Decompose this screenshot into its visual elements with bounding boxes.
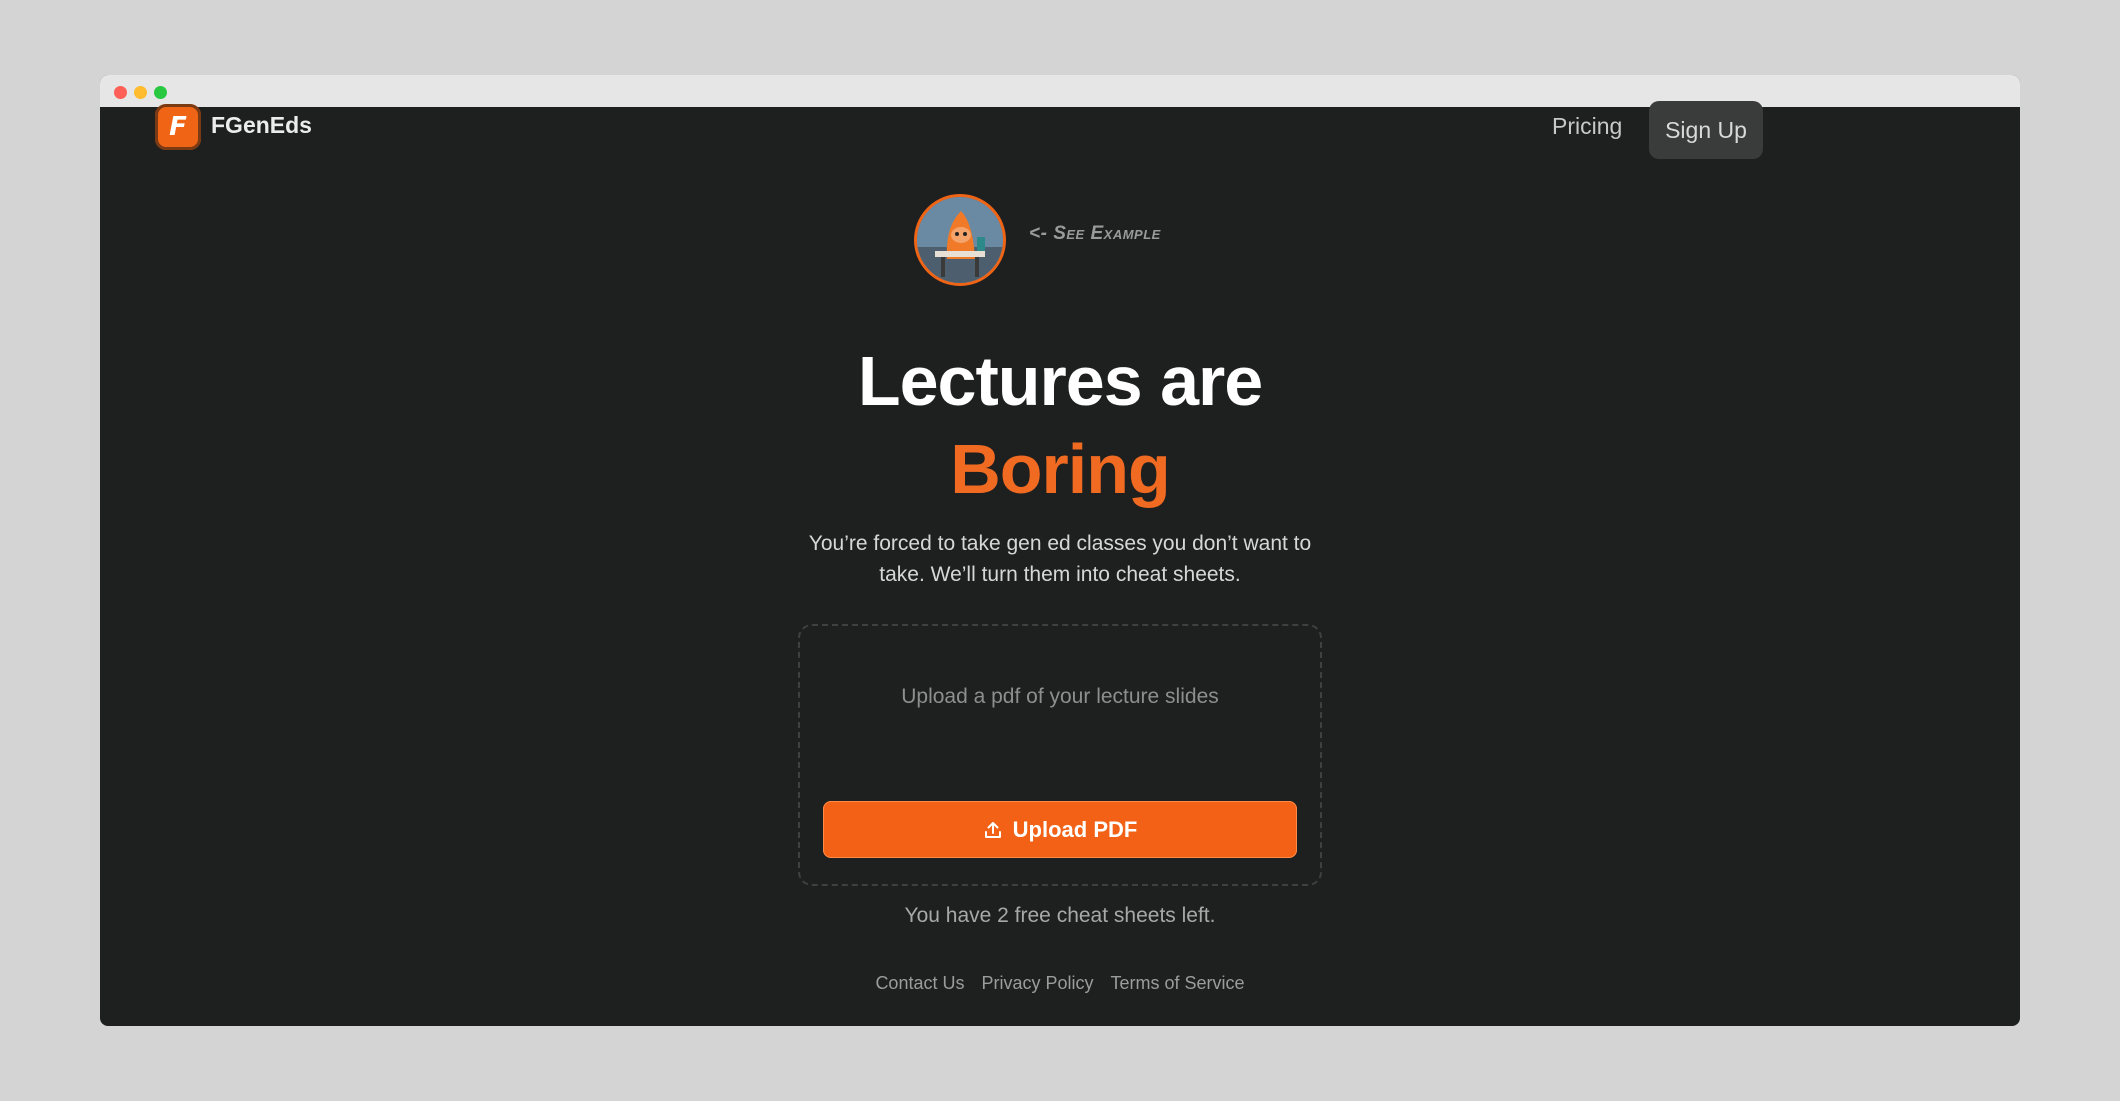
hero-title-line1: Lectures are xyxy=(857,342,1263,420)
minimize-window-button[interactable] xyxy=(134,86,147,99)
upload-pdf-label: Upload PDF xyxy=(1012,816,1138,842)
upload-icon xyxy=(984,821,1001,838)
logo-letter: F xyxy=(169,112,187,142)
upload-pdf-button[interactable]: Upload PDF xyxy=(823,801,1297,858)
nav-pricing-link[interactable]: Pricing xyxy=(1552,113,1622,140)
hero-title-line2: Boring xyxy=(950,430,1171,508)
mascot-illustration xyxy=(917,197,1003,283)
maximize-window-button[interactable] xyxy=(154,86,167,99)
logo-icon[interactable]: F xyxy=(155,104,201,150)
footer-contact-link[interactable]: Contact Us xyxy=(875,973,964,994)
close-window-button[interactable] xyxy=(114,86,127,99)
footer-privacy-link[interactable]: Privacy Policy xyxy=(981,973,1093,994)
footer-terms-link[interactable]: Terms of Service xyxy=(1111,973,1245,994)
upload-hint: Upload a pdf of your lecture slides xyxy=(901,685,1219,708)
free-sheets-remaining: You have 2 free cheat sheets left. xyxy=(904,904,1216,927)
brand-name[interactable]: FGenEds xyxy=(211,112,312,139)
example-avatar-image[interactable] xyxy=(914,194,1006,286)
see-example-link[interactable]: <- See Example xyxy=(1029,223,1161,245)
sign-up-button[interactable]: Sign Up xyxy=(1649,101,1763,159)
hero-subtitle: You’re forced to take gen ed classes you… xyxy=(808,532,1312,586)
footer-links: Contact Us Privacy Policy Terms of Servi… xyxy=(0,973,2120,994)
